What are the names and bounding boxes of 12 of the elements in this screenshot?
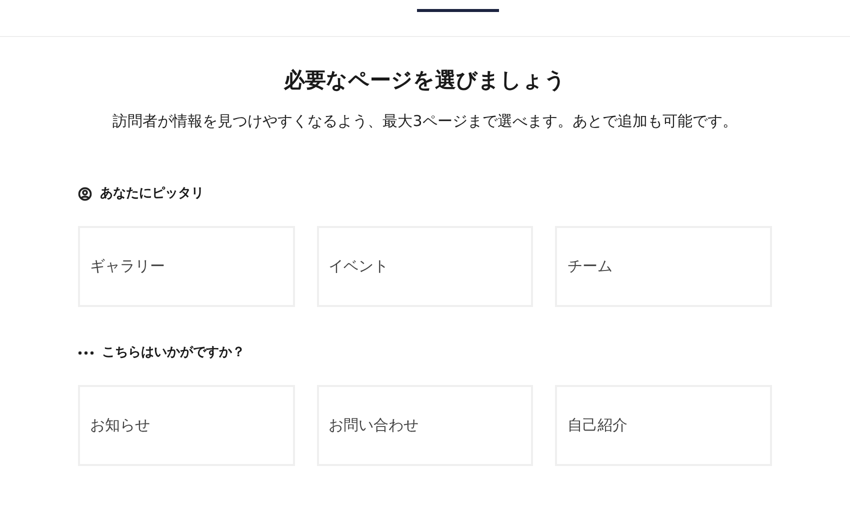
person-circle-icon <box>78 187 92 201</box>
more-dots-icon <box>78 351 94 355</box>
page-option-card[interactable]: お問い合わせ <box>316 385 534 466</box>
page-option-card[interactable]: イベント <box>316 226 534 307</box>
page-option-card[interactable]: 自己紹介 <box>555 385 772 466</box>
page-option-card[interactable]: ギャラリー <box>78 226 295 307</box>
page-title: 必要なページを選びましょう <box>284 67 566 94</box>
section-heading: こちらはいかがですか？ <box>102 344 245 362</box>
page-subtitle: 訪問者が情報を見つけやすくなるよう、最大3ページまで選べます。あとで追加も可能です。 <box>112 111 738 132</box>
page-option-card[interactable]: チーム <box>555 226 772 307</box>
section-heading: あなたにピッタリ <box>100 185 204 204</box>
page-option-card[interactable]: お知らせ <box>78 385 295 466</box>
